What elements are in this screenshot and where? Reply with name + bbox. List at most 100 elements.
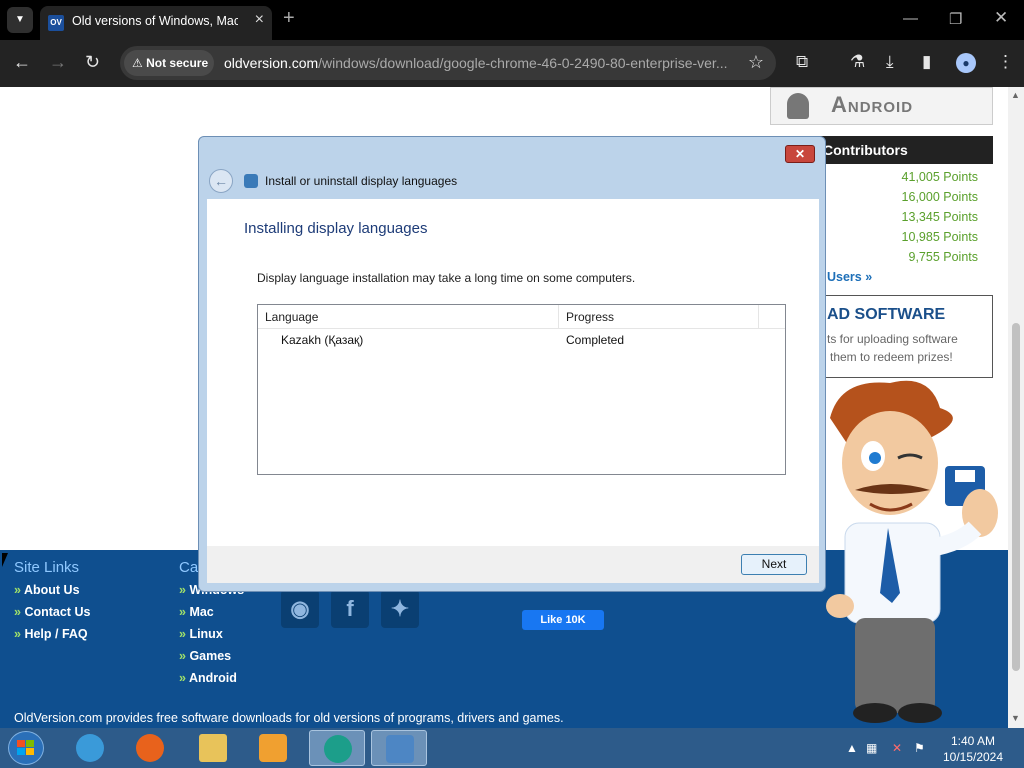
footer-category-label: Linux (189, 627, 223, 641)
minimize-icon[interactable]: — (903, 10, 918, 27)
dialog-close-button[interactable]: ✕ (785, 145, 815, 163)
new-tab-icon[interactable]: + (283, 7, 295, 30)
media-player-icon (259, 734, 287, 762)
language-progress-list[interactable]: Language Progress Kazakh (Қазақ) Complet… (257, 304, 786, 475)
action-center-flag-icon[interactable]: ⚑ (914, 741, 925, 755)
footer-category-games[interactable]: » Games (179, 649, 231, 663)
twitter-icon[interactable]: ✦ (381, 590, 419, 628)
dialog-heading: Installing display languages (244, 220, 428, 237)
footer-category-linux[interactable]: » Linux (179, 627, 223, 641)
scroll-down-icon[interactable]: ▼ (1011, 713, 1020, 723)
footer-link-help[interactable]: » Help / FAQ (14, 627, 88, 641)
windows-logo-icon (17, 740, 35, 756)
address-bar[interactable]: ⚠ Not secure oldversion.com/windows/down… (120, 46, 776, 80)
volume-muted-icon[interactable]: ✕ (892, 741, 902, 755)
footer-link-label: Contact Us (24, 605, 91, 619)
browser-tab[interactable]: OV Old versions of Windows, Mac × (40, 6, 272, 40)
column-header-language[interactable]: Language (258, 305, 559, 329)
extensions-icon[interactable]: ⧉ (796, 52, 808, 72)
system-clock[interactable]: 1:40 AM 10/15/2024 (935, 733, 1011, 765)
internet-explorer-icon (76, 734, 104, 762)
security-chip[interactable]: ⚠ Not secure (124, 50, 214, 76)
footer-link-label: Help / FAQ (24, 627, 88, 641)
explorer-taskbar-item[interactable] (185, 730, 241, 766)
internet-explorer-taskbar-item[interactable] (62, 730, 118, 766)
url-host: oldversion.com (224, 55, 319, 71)
footer-category-label: Games (189, 649, 232, 663)
side-panel-icon[interactable]: ▮ (922, 52, 931, 72)
reload-icon[interactable]: ↻ (85, 52, 100, 72)
footer-link-about[interactable]: » About Us (14, 583, 80, 597)
mouse-cursor (2, 553, 8, 567)
language-globe-icon (244, 174, 258, 188)
footer-category-android[interactable]: » Android (179, 671, 237, 685)
upload-text: ts for uploading software them to redeem… (827, 330, 958, 366)
column-header-progress[interactable]: Progress (559, 305, 759, 329)
android-robot-icon (787, 93, 809, 119)
oldversion-favicon-icon: OV (48, 15, 64, 31)
chrome-taskbar-item[interactable] (309, 730, 365, 766)
language-installer-taskbar-item[interactable] (371, 730, 427, 766)
facebook-like-button[interactable]: Like 10K (522, 610, 604, 630)
footer-link-label: About Us (23, 583, 80, 597)
back-icon[interactable]: ← (13, 52, 31, 72)
show-hidden-icons-icon[interactable]: ▲ (846, 741, 858, 755)
footer-note: OldVersion.com provides free software do… (14, 711, 564, 725)
progress-cell: Completed (566, 333, 625, 347)
display-language-dialog: ✕ ← Install or uninstall display languag… (198, 136, 826, 592)
media-player-taskbar-item[interactable] (245, 730, 301, 766)
labs-flask-icon[interactable]: ⚗ (850, 52, 865, 72)
categories-heading: Ca (179, 559, 199, 576)
next-button[interactable]: Next (741, 554, 807, 575)
scrollbar-thumb[interactable] (1012, 323, 1020, 671)
bookmark-star-icon[interactable]: ☆ (748, 52, 764, 73)
forward-icon[interactable]: → (49, 52, 67, 72)
footer-category-label: Mac (189, 605, 214, 619)
menu-kebab-icon[interactable]: ⋮ (997, 52, 1014, 72)
download-icon[interactable]: ⤓ (886, 52, 894, 72)
browser-tab-bar: ▼ OV Old versions of Windows, Mac × + — … (0, 0, 1024, 40)
footer-category-mac[interactable]: » Mac (179, 605, 214, 619)
url-text[interactable]: oldversion.com/windows/download/google-c… (224, 55, 744, 71)
language-globe-icon (386, 735, 414, 763)
clock-date: 10/15/2024 (942, 750, 1004, 764)
footer-link-contact[interactable]: » Contact Us (14, 605, 90, 619)
folder-icon (199, 734, 227, 762)
dialog-footer: Next (207, 546, 819, 583)
site-links-heading: Site Links (14, 559, 80, 576)
language-cell: Kazakh (Қазақ) (281, 333, 364, 347)
taskbar: ▲ ▦ ✕ ⚑ 1:40 AM 10/15/2024 (0, 728, 1024, 768)
upload-text-line: them to redeem prizes! (830, 350, 953, 364)
firefox-taskbar-item[interactable] (122, 730, 178, 766)
facebook-icon[interactable]: f (331, 590, 369, 628)
dialog-content: Installing display languages Display lan… (207, 199, 819, 546)
browser-toolbar: ← → ↻ ⚠ Not secure oldversion.com/window… (0, 40, 1024, 87)
window-close-icon[interactable]: ✕ (994, 8, 1008, 28)
network-icon[interactable]: ▦ (866, 741, 877, 755)
page-scrollbar[interactable]: ▲ ▼ (1008, 87, 1024, 728)
rss-icon[interactable]: ◉ (281, 590, 319, 628)
list-header: Language Progress (258, 305, 785, 329)
scroll-up-icon[interactable]: ▲ (1011, 90, 1020, 100)
dialog-title: Install or uninstall display languages (265, 174, 458, 188)
restore-icon[interactable]: ❐ (949, 10, 962, 28)
browser-icon (324, 735, 352, 763)
profile-avatar-icon[interactable]: ● (956, 53, 976, 73)
tab-title: Old versions of Windows, Mac (72, 14, 238, 28)
chevron-down-icon[interactable]: ▼ (7, 7, 33, 33)
url-path: /windows/download/google-chrome-46-0-249… (318, 55, 728, 71)
upload-title: AD SOFTWARE (827, 306, 946, 323)
mascot-illustration (826, 380, 998, 723)
back-arrow-icon[interactable]: ← (209, 169, 233, 193)
firefox-icon (136, 734, 164, 762)
android-label: Android (831, 92, 914, 117)
all-users-link[interactable]: Users » (827, 270, 872, 284)
close-tab-icon[interactable]: × (255, 11, 264, 29)
list-item[interactable]: Kazakh (Қазақ) Completed (258, 330, 785, 350)
footer-category-label: Android (188, 671, 237, 685)
warning-icon: ⚠ (132, 56, 143, 70)
android-banner[interactable]: Android (770, 87, 993, 125)
dialog-description: Display language installation may take a… (257, 271, 636, 285)
start-button[interactable] (8, 731, 44, 765)
upload-text-line: ts for uploading software (827, 332, 958, 346)
